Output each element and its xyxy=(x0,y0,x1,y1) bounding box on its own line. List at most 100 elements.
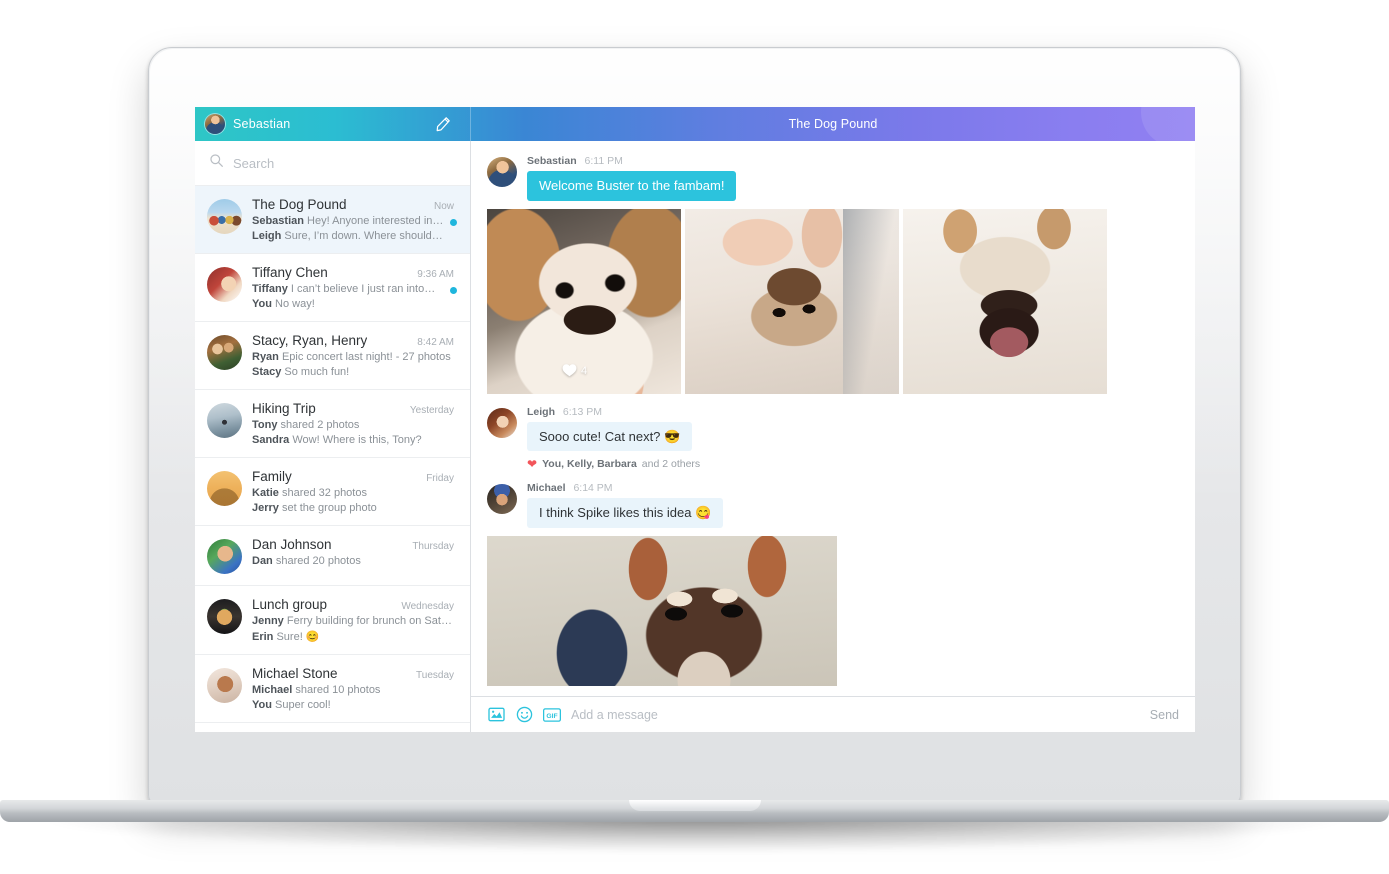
message-bubble[interactable]: Sooo cute! Cat next? 😎 xyxy=(527,421,693,452)
avatar xyxy=(207,199,242,234)
photo-like-count: 4 xyxy=(581,365,588,378)
avatar xyxy=(207,403,242,438)
pencil-compose-icon[interactable] xyxy=(432,113,454,135)
preview-text: Sure, I’m down. Where should… xyxy=(284,230,443,242)
preview-sender: Erin xyxy=(252,631,274,643)
message-reactions[interactable]: ❤ You, Kelly, Barbara and 2 others xyxy=(527,458,1179,470)
current-user-name: Sebastian xyxy=(233,117,291,131)
screenshot-stage: Sebastian The Dog Pound Search The Dog P… xyxy=(0,0,1389,874)
avatar xyxy=(207,471,242,506)
message: Leigh 6:13 PM Sooo cute! Cat next? 😎 ❤ Y… xyxy=(471,406,1195,470)
reaction-suffix: and 2 others xyxy=(641,458,701,471)
preview-sender: Ryan xyxy=(252,351,279,363)
search-input[interactable] xyxy=(233,155,456,171)
two-bulldogs-photo[interactable] xyxy=(685,208,899,394)
preview-text: Hey! Anyone interested in… xyxy=(307,215,444,227)
photo-attachment-grid: 4 xyxy=(487,208,1179,394)
message-meta: Leigh 6:13 PM xyxy=(527,406,1179,418)
preview-text: Epic concert last night! - 27 photos xyxy=(281,351,451,363)
sidebar-item-stacy-ryan-henry[interactable]: Stacy, Ryan, Henry 8:42 AM Ryan Epic con… xyxy=(195,322,470,390)
preview-sender: Leigh xyxy=(252,230,282,242)
avatar xyxy=(487,484,517,515)
conversation-preview-1: Katie shared 32 photos xyxy=(252,487,454,499)
conversation-time: 8:42 AM xyxy=(417,337,454,348)
conversation-preview-2: Stacy So much fun! xyxy=(252,366,454,378)
image-icon[interactable] xyxy=(487,706,505,724)
message-bubble[interactable]: Welcome Buster to the fambam! xyxy=(527,171,737,201)
sidebar-item-lunch-group[interactable]: Lunch group Wednesday Jenny Ferry buildi… xyxy=(195,586,470,655)
preview-sender: Katie xyxy=(252,487,279,499)
laptop-shadow xyxy=(50,818,1340,852)
yawning-bulldog-photo[interactable] xyxy=(903,208,1107,394)
conversation-time: Tuesday xyxy=(416,670,454,681)
preview-sender: Stacy xyxy=(252,366,282,378)
preview-sender: You xyxy=(252,699,272,711)
conversation-name: Michael Stone xyxy=(252,666,338,681)
preview-sender: Sandra xyxy=(252,434,290,446)
message-list[interactable]: Sebastian 6:11 PM Welcome Buster to the … xyxy=(471,141,1195,696)
avatar xyxy=(487,407,517,438)
preview-text: Sure! 😊 xyxy=(276,631,320,643)
message-time: 6:14 PM xyxy=(573,482,613,495)
conversation-preview-1: Michael shared 10 photos xyxy=(252,684,454,696)
conversation-name: Hiking Trip xyxy=(252,401,316,416)
app-body: The Dog Pound Now Sebastian Hey! Anyone … xyxy=(195,141,1195,732)
photo-like-badge[interactable]: 4 xyxy=(562,363,587,380)
avatar xyxy=(487,157,517,187)
preview-sender: Jerry xyxy=(252,502,279,514)
conversation-title: The Dog Pound xyxy=(788,117,878,131)
sidebar-item-dan-johnson[interactable]: Dan Johnson Thursday Dan shared 20 photo… xyxy=(195,526,470,586)
conversation-list[interactable]: The Dog Pound Now Sebastian Hey! Anyone … xyxy=(195,186,470,732)
conversation-preview-2: Erin Sure! 😊 xyxy=(252,630,454,643)
message-time: 6:13 PM xyxy=(562,405,603,418)
sidebar-item-family[interactable]: Family Friday Katie shared 32 photos Jer… xyxy=(195,458,470,526)
bulldog-held-photo[interactable]: 4 xyxy=(487,208,681,394)
message-meta: Michael 6:14 PM xyxy=(527,482,1179,494)
search-bar[interactable] xyxy=(195,141,470,186)
conversation-name: Tiffany Chen xyxy=(252,265,328,280)
avatar xyxy=(207,599,242,634)
conversation-time: Friday xyxy=(426,473,454,484)
preview-text: shared 32 photos xyxy=(281,487,367,499)
unread-indicator xyxy=(450,219,457,226)
preview-sender: You xyxy=(252,298,272,310)
sidebar: The Dog Pound Now Sebastian Hey! Anyone … xyxy=(195,141,471,732)
avatar xyxy=(207,267,242,302)
sidebar-item-maria-michael[interactable]: Maria, Michael Monday Maria What are you… xyxy=(195,723,470,732)
message-bubble[interactable]: I think Spike likes this idea 😋 xyxy=(527,498,724,528)
unread-indicator xyxy=(450,287,457,294)
conversation-time: Thursday xyxy=(412,541,454,552)
preview-text: Ferry building for brunch on Saturday? xyxy=(286,615,454,627)
brown-terrier-photo[interactable] xyxy=(487,535,837,686)
app-header: Sebastian The Dog Pound xyxy=(195,107,1195,141)
conversation-preview-1: Sebastian Hey! Anyone interested in… xyxy=(252,215,454,227)
heart-icon: ❤ xyxy=(527,457,538,472)
emoji-smiley-icon[interactable] xyxy=(515,706,533,724)
send-button[interactable]: Send xyxy=(1140,708,1179,722)
sidebar-item-hiking-trip[interactable]: Hiking Trip Yesterday Tony shared 2 phot… xyxy=(195,390,470,458)
conversation-preview-2: You Super cool! xyxy=(252,699,454,711)
svg-text:GIF: GIF xyxy=(546,712,557,719)
search-icon xyxy=(209,153,224,173)
conversation-preview-2: You No way! xyxy=(252,298,454,310)
conversation-preview-2: Sandra Wow! Where is this, Tony? xyxy=(252,434,454,446)
conversation-time: Wednesday xyxy=(401,601,454,612)
preview-text: No way! xyxy=(275,298,315,310)
message-input[interactable] xyxy=(571,707,1130,722)
sidebar-item-the-dog-pound[interactable]: The Dog Pound Now Sebastian Hey! Anyone … xyxy=(195,186,470,254)
message-time: 6:11 PM xyxy=(584,155,623,167)
avatar xyxy=(207,539,242,574)
conversation-name: Stacy, Ryan, Henry xyxy=(252,333,368,348)
conversation-preview-2: Jerry set the group photo xyxy=(252,502,454,514)
message-sender: Sebastian xyxy=(527,155,577,167)
preview-sender: Tony xyxy=(252,419,278,431)
message-meta: Sebastian 6:11 PM xyxy=(527,155,1179,167)
conversation-preview-1: Jenny Ferry building for brunch on Satur… xyxy=(252,615,454,627)
conversation-name: The Dog Pound xyxy=(252,197,347,212)
preview-text: Super cool! xyxy=(275,699,331,711)
sidebar-item-michael-stone[interactable]: Michael Stone Tuesday Michael shared 10 … xyxy=(195,655,470,723)
sidebar-item-tiffany-chen[interactable]: Tiffany Chen 9:36 AM Tiffany I can’t bel… xyxy=(195,254,470,322)
header-account-section[interactable]: Sebastian xyxy=(195,107,471,141)
gif-icon[interactable]: GIF xyxy=(543,706,561,724)
message-sender: Michael xyxy=(527,482,566,495)
